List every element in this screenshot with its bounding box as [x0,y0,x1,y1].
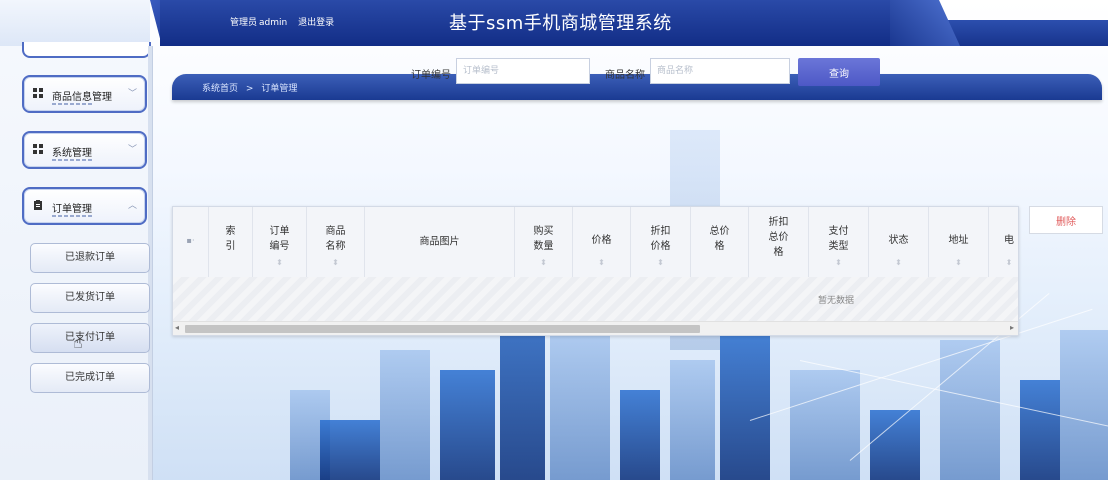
breadcrumb: 系统首页 > 订单管理 [202,81,302,94]
sidebar-item-product-info[interactable]: 商品信息管理 ﹀ [22,75,147,113]
empty-text: 暂无数据 [818,296,855,306]
column-header[interactable]: 状态 ⬍ [869,207,929,277]
column-header[interactable]: 商品图片 [365,207,515,277]
hand-cursor-icon: ☝ [73,333,83,352]
clipboard-icon [34,200,42,210]
column-header[interactable]: 折扣 总价 格 [749,207,809,277]
sort-icon[interactable]: ⬍ [809,258,868,267]
sort-icon[interactable]: ⬍ [515,258,572,267]
column-header[interactable]: 地址 ⬍ [929,207,989,277]
menu-underline [52,215,92,217]
sidebar-item-system[interactable]: 系统管理 ﹀ [22,131,147,169]
column-header[interactable]: 支付 类型 ⬍ [809,207,869,277]
scroll-left-icon[interactable]: ◂ [175,323,179,332]
sort-icon[interactable]: ⬍ [253,258,306,267]
order-no-label: 订单编号 [411,70,451,81]
table-header: ▪· 索 引 订单 编号 ⬍ 商品 名称 ⬍ 商品图片 购买 数量 ⬍ 价格 ⬍ 折扣 … [173,207,1018,278]
page-title: 基于ssm手机商城管理系统 [449,13,672,34]
logout-link[interactable]: 退出登录 [298,18,334,28]
sort-icon[interactable]: ⬍ [929,258,988,267]
query-button[interactable]: 查询 [798,58,880,86]
scrollbar-thumb[interactable] [185,325,700,333]
scroll-right-icon[interactable]: ▸ [1010,323,1014,332]
sidebar-item-label: 系统管理 [52,148,92,159]
sort-icon[interactable]: ⬍ [869,258,928,267]
column-header[interactable]: 订单 编号 ⬍ [253,207,307,277]
sidebar-collapsed-item[interactable] [22,42,151,58]
column-header[interactable]: 索 引 [209,207,253,277]
column-header[interactable]: 电 ⬍ [989,207,1018,277]
menu-underline [52,159,92,161]
sidebar-sub-shipped-orders[interactable]: 已发货订单 [30,283,150,313]
sort-icon[interactable]: ⬍ [631,258,690,267]
sidebar-sub-completed-orders[interactable]: 已完成订单 [30,363,150,393]
chevron-down-icon: ﹀ [127,89,137,99]
menu-underline [52,103,92,105]
horizontal-scrollbar[interactable]: ◂ ▸ [173,321,1018,335]
grid-icon [33,88,43,98]
column-header[interactable]: 价格 ⬍ [573,207,631,277]
admin-role: 管理员 [230,18,258,28]
breadcrumb-current: 订单管理 [261,84,298,94]
sidebar-item-label: 订单管理 [52,204,92,215]
sort-icon[interactable]: ⬍ [573,258,630,267]
sort-icon[interactable]: ⬍ [989,258,1018,267]
product-name-label: 商品名称 [605,70,645,81]
top-header: 管理员 admin 退出登录 基于ssm手机商城管理系统 [0,0,1108,47]
checkbox-icon[interactable]: ▪· [173,233,208,248]
header-wing-right [890,0,960,46]
delete-button[interactable]: 删除 [1029,206,1103,234]
sidebar-item-label: 商品信息管理 [52,92,112,103]
sidebar-sub-refunded-orders[interactable]: 已退款订单 [30,243,150,273]
column-header[interactable]: 折扣 价格 ⬍ [631,207,691,277]
grid-icon [33,144,43,154]
select-all-column[interactable]: ▪· [173,207,209,277]
admin-name: admin [259,18,288,28]
sidebar-item-orders[interactable]: 订单管理 ︿ [22,187,147,225]
column-header[interactable]: 购买 数量 ⬍ [515,207,573,277]
product-name-input[interactable] [650,58,790,84]
breadcrumb-separator: > [245,84,254,94]
breadcrumb-home[interactable]: 系统首页 [202,84,238,94]
column-header[interactable]: 总价 格 [691,207,749,277]
header-left-panel [0,0,150,47]
header-right-band [935,20,1108,46]
chevron-down-icon: ﹀ [127,145,137,155]
empty-row: 暂无数据 [173,277,1018,321]
sidebar-sub-paid-orders[interactable]: 已支付订单 [30,323,150,353]
chevron-up-icon: ︿ [127,201,137,211]
admin-info: 管理员 admin 退出登录 [230,15,342,28]
order-no-input[interactable] [456,58,590,84]
sort-icon[interactable]: ⬍ [307,258,364,267]
orders-table: ▪· 索 引 订单 编号 ⬍ 商品 名称 ⬍ 商品图片 购买 数量 ⬍ 价格 ⬍ 折扣 … [172,206,1019,336]
column-header[interactable]: 商品 名称 ⬍ [307,207,365,277]
